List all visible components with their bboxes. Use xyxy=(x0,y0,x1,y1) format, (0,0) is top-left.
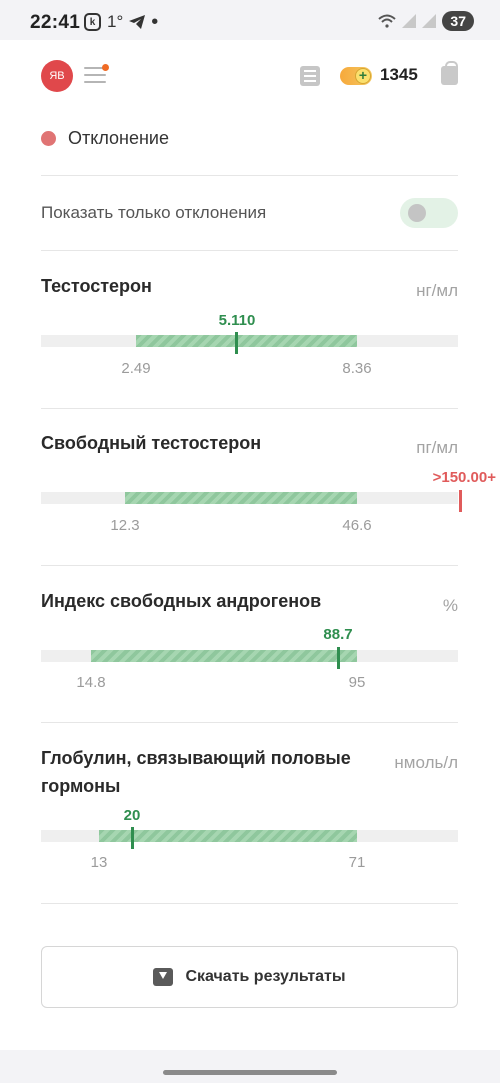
status-bar: 22:41 k 1° • 37 xyxy=(0,0,500,40)
divider xyxy=(41,565,458,566)
telegram-icon xyxy=(129,15,146,29)
legend-label: Отклонение xyxy=(68,128,169,148)
menu-icon[interactable] xyxy=(84,64,109,83)
list-icon[interactable] xyxy=(300,66,320,86)
metric-title: Глобулин, связывающий половые гормоны xyxy=(41,748,351,796)
value-marker xyxy=(337,647,340,669)
range-high: 71 xyxy=(348,854,366,871)
metric-value: 5.110 xyxy=(218,312,256,329)
home-indicator[interactable] xyxy=(163,1070,337,1075)
metric-value: 20 xyxy=(123,807,141,824)
value-marker xyxy=(235,332,238,354)
shopping-bag-icon[interactable] xyxy=(441,61,458,85)
legend-deviation: Отклонение xyxy=(41,128,169,149)
metric-title: Индекс свободных андрогенов xyxy=(41,591,322,611)
menu-notification-dot xyxy=(102,64,109,71)
temperature-text: 1° xyxy=(107,12,124,31)
range-track xyxy=(41,492,458,504)
range-track xyxy=(41,650,458,662)
range-low: 2.49 xyxy=(121,360,151,377)
app-notification-icon: k xyxy=(84,13,101,31)
add-coins-icon: + xyxy=(355,68,371,84)
coins-icon[interactable]: + xyxy=(340,67,372,85)
deviation-dot-icon xyxy=(41,131,56,146)
value-marker xyxy=(131,827,134,849)
status-time: 22:41 xyxy=(30,12,81,33)
avatar[interactable]: ЯВ xyxy=(41,60,73,92)
range-track xyxy=(41,335,458,347)
divider xyxy=(41,408,458,409)
range-track xyxy=(41,830,458,842)
signal-icon xyxy=(402,14,417,28)
battery-indicator: 37 xyxy=(442,11,474,31)
range-low: 12.3 xyxy=(110,517,140,534)
metric-value: 88.7 xyxy=(323,626,353,643)
normal-range-bar xyxy=(99,830,357,842)
download-results-button[interactable]: Скачать результаты xyxy=(41,946,458,1008)
download-folder-icon xyxy=(153,968,174,986)
coins-balance: 1345 xyxy=(380,65,418,84)
divider xyxy=(41,903,458,904)
notification-dot-icon: • xyxy=(151,11,159,33)
metric-title: Тестостерон xyxy=(41,276,152,296)
signal-icon-2 xyxy=(422,14,437,28)
divider xyxy=(41,250,458,251)
metric-value: >150.00+ xyxy=(432,469,496,486)
metric-unit: пг/мл xyxy=(416,438,458,457)
metric-unit: нмоль/л xyxy=(394,753,458,772)
normal-range-bar xyxy=(136,335,357,347)
metric-unit: % xyxy=(442,596,458,615)
app-header: ЯВ + 1345 xyxy=(0,40,500,102)
navigation-bar xyxy=(0,1050,500,1083)
metric-title: Свободный тестостерон xyxy=(41,433,262,453)
wifi-icon xyxy=(378,14,397,28)
value-marker xyxy=(459,490,462,512)
range-low: 14.8 xyxy=(76,674,106,691)
range-high: 8.36 xyxy=(342,360,372,377)
range-low: 13 xyxy=(90,854,108,871)
filter-deviations-label: Показать только отклонения xyxy=(41,203,267,222)
divider xyxy=(41,722,458,723)
normal-range-bar xyxy=(125,492,357,504)
divider xyxy=(41,175,458,176)
download-label: Скачать результаты xyxy=(185,968,346,985)
metric-unit: нг/мл xyxy=(416,281,458,300)
filter-deviations-toggle[interactable] xyxy=(400,198,458,228)
normal-range-bar xyxy=(91,650,357,662)
range-high: 46.6 xyxy=(342,517,372,534)
range-high: 95 xyxy=(348,674,366,691)
